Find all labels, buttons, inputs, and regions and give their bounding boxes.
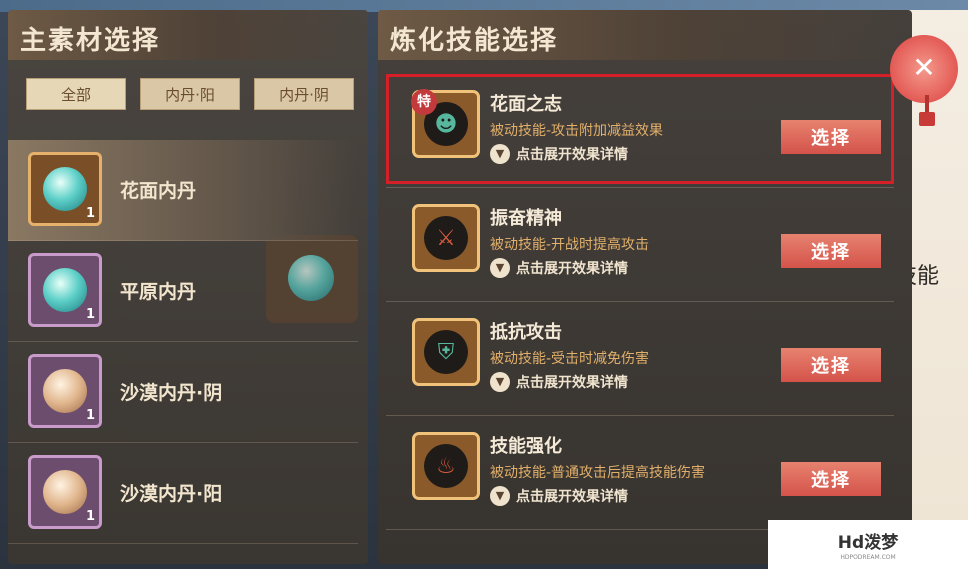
material-count: 1 — [85, 206, 95, 221]
material-count: 1 — [85, 408, 95, 423]
material-name: 平原内丹 — [120, 281, 197, 303]
refine-skill-panel: 炼化技能选择 ☻ 特 花面之志 被动技能-攻击附加减益效果 ▼ 点击展开效果详情… — [378, 10, 912, 564]
skill-row: ⚔ 振奋精神 被动技能-开战时提高攻击 ▼ 点击展开效果详情 选择 — [386, 188, 894, 302]
material-item[interactable]: 1 花面内丹 — [8, 140, 358, 241]
chevron-down-icon: ▼ — [490, 258, 510, 278]
panel-title-bar: 炼化技能选择 — [378, 10, 912, 60]
expand-details-text: 点击展开效果详情 — [516, 261, 628, 277]
material-frame: 1 — [28, 253, 102, 327]
chevron-down-icon: ▼ — [490, 372, 510, 392]
skill-row: ♨ 技能强化 被动技能-普通攻击后提高技能伤害 ▼ 点击展开效果详情 选择 — [386, 416, 894, 530]
expand-details-link[interactable]: ▼ 点击展开效果详情 — [490, 372, 628, 392]
shield-icon: ⛨ — [424, 330, 468, 374]
flame-icon: ♨ — [424, 444, 468, 488]
skill-frame: ♨ — [412, 432, 480, 500]
chevron-down-icon: ▼ — [490, 486, 510, 506]
material-name: 沙漠内丹·阴 — [120, 382, 223, 404]
material-frame: 1 — [28, 455, 102, 529]
select-button[interactable]: 选择 — [781, 348, 881, 382]
material-count: 1 — [85, 509, 95, 524]
material-list: 1 花面内丹 1 平原内丹 1 沙漠内丹·阴 1 沙漠内丹·阳 — [8, 140, 358, 544]
expand-details-text: 点击展开效果详情 — [516, 147, 628, 163]
skill-name: 技能强化 — [490, 436, 562, 457]
skill-name: 花面之志 — [490, 94, 562, 115]
material-name: 沙漠内丹·阳 — [120, 483, 223, 505]
skill-name: 抵抗攻击 — [490, 322, 562, 343]
expand-details-link[interactable]: ▼ 点击展开效果详情 — [490, 258, 628, 278]
watermark-sub-text: HDPODREAM.COM — [840, 554, 896, 561]
close-button[interactable]: ✕ — [890, 35, 958, 103]
refine-skill-title: 炼化技能选择 — [390, 26, 559, 56]
panel-title-bar: 主素材选择 — [8, 10, 368, 60]
expand-details-text: 点击展开效果详情 — [516, 489, 628, 505]
material-count: 1 — [85, 307, 95, 322]
skill-list: ☻ 特 花面之志 被动技能-攻击附加减益效果 ▼ 点击展开效果详情 选择 ⚔ 振… — [378, 74, 912, 530]
filter-yin[interactable]: 内丹·阴 — [254, 78, 354, 110]
expand-details-text: 点击展开效果详情 — [516, 375, 628, 391]
skill-description: 被动技能-受击时减免伤害 — [490, 351, 650, 367]
material-item[interactable]: 1 沙漠内丹·阳 — [8, 443, 358, 544]
material-name: 花面内丹 — [120, 180, 197, 202]
tan-orb-icon — [43, 470, 87, 514]
filter-yang[interactable]: 内丹·阳 — [140, 78, 240, 110]
select-button[interactable]: 选择 — [781, 462, 881, 496]
skill-frame: ⚔ — [412, 204, 480, 272]
tassel-decoration — [919, 112, 935, 126]
material-item[interactable]: 1 平原内丹 — [8, 241, 358, 342]
teal-orb-icon — [43, 167, 87, 211]
select-button[interactable]: 选择 — [781, 234, 881, 268]
skill-name: 振奋精神 — [490, 208, 562, 229]
material-frame: 1 — [28, 152, 102, 226]
skill-frame: ☻ 特 — [411, 89, 480, 158]
skill-row: ☻ 特 花面之志 被动技能-攻击附加减益效果 ▼ 点击展开效果详情 选择 — [386, 74, 894, 188]
skill-description: 被动技能-攻击附加减益效果 — [490, 123, 664, 139]
skill-description: 被动技能-普通攻击后提高技能伤害 — [490, 465, 706, 481]
main-material-title: 主素材选择 — [20, 26, 161, 56]
skill-description: 被动技能-开战时提高攻击 — [490, 237, 650, 253]
material-item[interactable]: 1 沙漠内丹·阴 — [8, 342, 358, 443]
teal-orb-icon — [43, 268, 87, 312]
sword-icon: ⚔ — [424, 216, 468, 260]
filter-all[interactable]: 全部 — [26, 78, 126, 110]
skill-frame: ⛨ — [412, 318, 480, 386]
filter-tabs: 全部 内丹·阳 内丹·阴 — [26, 78, 354, 110]
x-icon: ✕ — [912, 51, 936, 84]
expand-details-link[interactable]: ▼ 点击展开效果详情 — [490, 486, 628, 506]
skill-row: ⛨ 抵抗攻击 被动技能-受击时减免伤害 ▼ 点击展开效果详情 选择 — [386, 302, 894, 416]
tan-orb-icon — [43, 369, 87, 413]
watermark-logo: Hd泼梦 HDPODREAM.COM — [768, 520, 968, 569]
main-material-panel: 主素材选择 全部 内丹·阳 内丹·阴 1 花面内丹 1 平原内丹 1 沙漠内丹·… — [8, 10, 368, 564]
select-button[interactable]: 选择 — [781, 120, 881, 154]
material-frame: 1 — [28, 354, 102, 428]
chevron-down-icon: ▼ — [490, 144, 510, 164]
watermark-main-text: Hd泼梦 — [837, 533, 899, 553]
special-badge: 特 — [411, 89, 437, 115]
expand-details-link[interactable]: ▼ 点击展开效果详情 — [490, 144, 628, 164]
